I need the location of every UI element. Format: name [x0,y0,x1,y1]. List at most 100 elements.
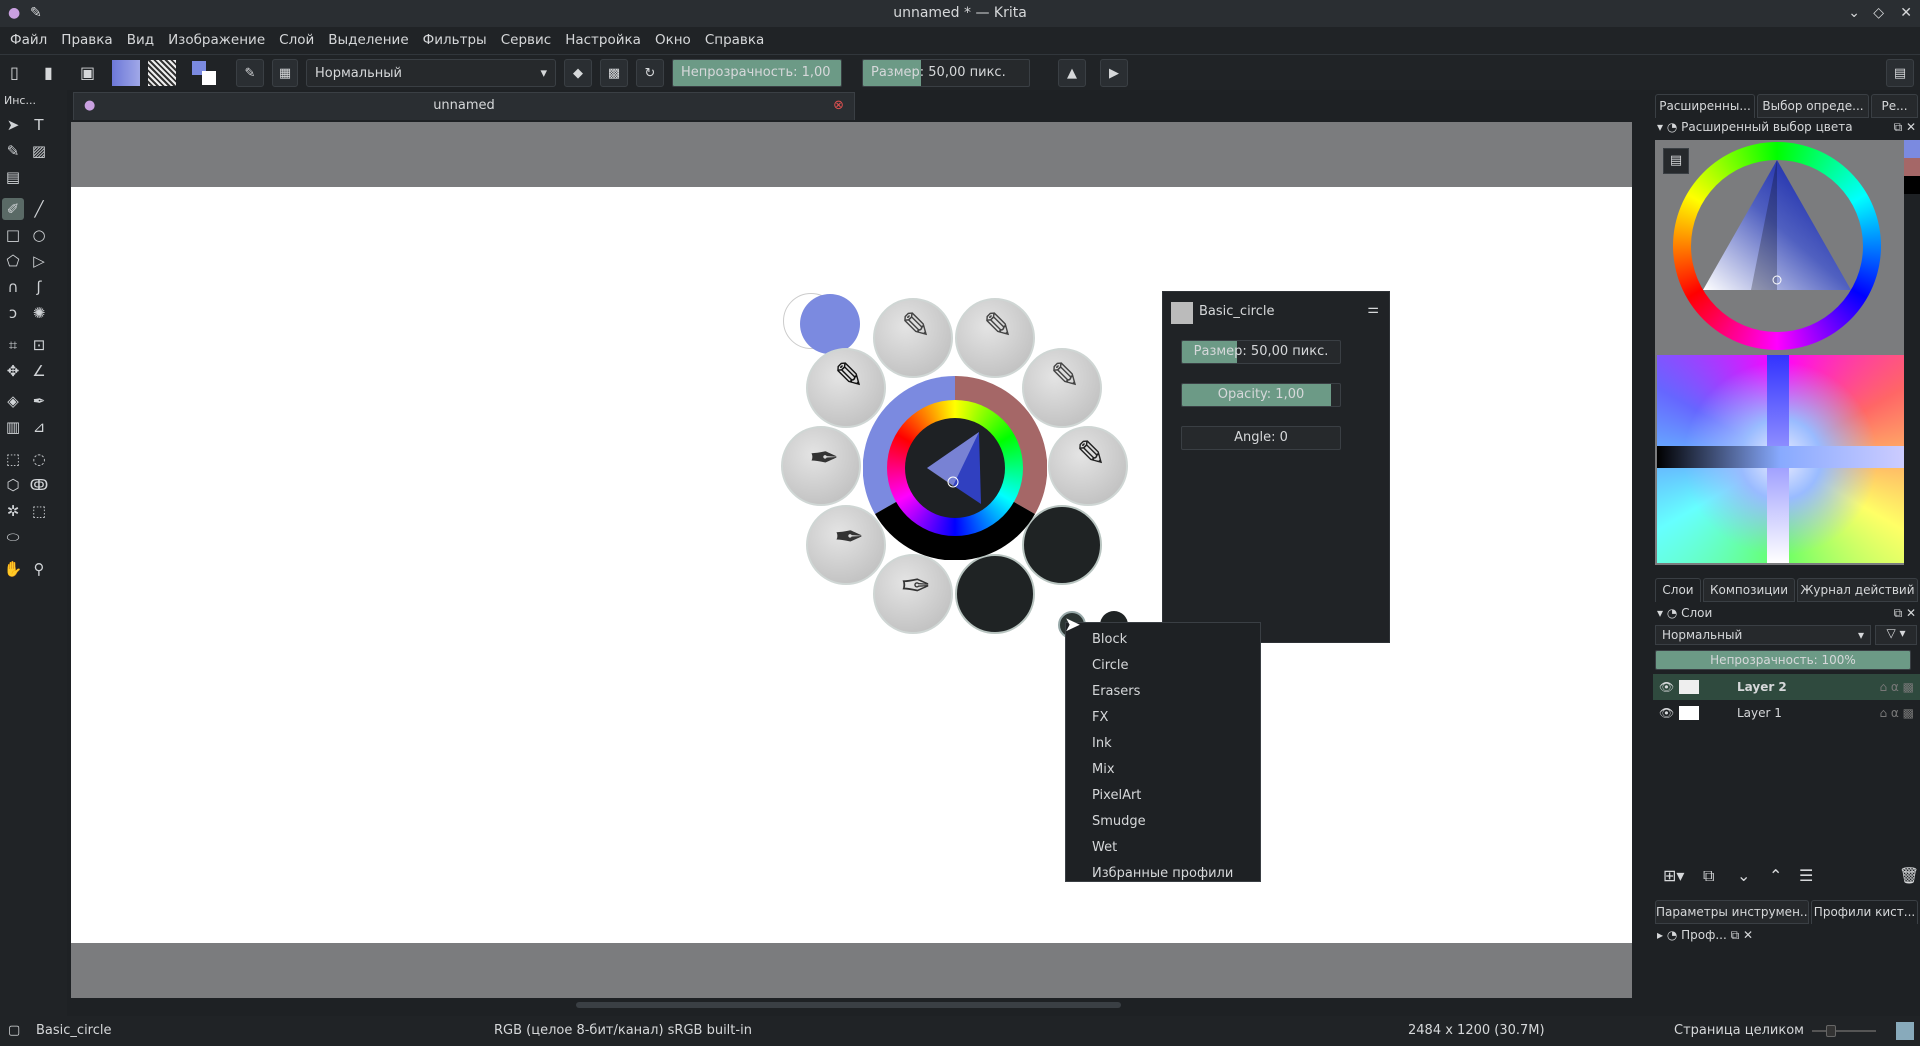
advanced-color-selector[interactable] [1655,140,1904,565]
vertical-scrollbar[interactable] [1634,122,1648,998]
layer-opacity-slider[interactable]: Непрозрачность: 100% [1655,650,1911,670]
edit-shapes-icon[interactable]: ✎ [2,140,24,162]
float-close-icons[interactable]: ⧉ ✕ [1894,120,1916,135]
menu-window[interactable]: Окно [655,27,691,54]
menu-file[interactable]: Файл [10,27,47,54]
menu-filters[interactable]: Фильтры [423,27,487,54]
pan-tool-icon[interactable]: ✋ [2,558,24,580]
menu-view[interactable]: Вид [127,27,154,54]
menu-item-pixelart[interactable]: PixelArt [1066,783,1260,809]
color-history-black[interactable] [1904,176,1920,194]
gradient-tool-icon[interactable]: ▥ [2,416,24,438]
horizontal-scrollbar[interactable] [71,998,1632,1012]
tab-layers[interactable]: Слои [1655,578,1701,602]
polyline-tool-icon[interactable]: ▷ [28,250,50,272]
transform-tool-icon[interactable]: ⊡ [28,334,50,356]
color-picker-icon[interactable]: ✒ [28,390,50,412]
menu-layer[interactable]: Слой [279,27,314,54]
brush-preset-button[interactable]: ✎ [236,59,264,87]
mirror-vertical-button[interactable]: ▶ [1100,59,1128,87]
layer-filter-button[interactable]: ▽ ▾ [1875,625,1917,645]
sv-triangle-large[interactable] [1691,160,1863,332]
color-settings-button[interactable]: ▤ [1663,148,1689,174]
dynamic-brush-icon[interactable]: ↄ [2,302,24,324]
brush-settings-button[interactable]: ▦ [272,59,298,87]
polygon-select-icon[interactable]: ⬡ [2,474,24,496]
bezier-tool-icon[interactable]: ∩ [2,276,24,298]
canvas-only-toggle[interactable] [1896,1022,1914,1040]
add-layer-icon[interactable]: ⊞▾ [1663,866,1684,885]
ellipse-select-icon[interactable]: ◌ [28,448,50,470]
brush-slot[interactable]: ✎ [955,298,1035,378]
new-file-icon[interactable]: ▯ [10,63,19,82]
alpha-lock-button[interactable]: ▩ [600,59,628,87]
opacity-slider[interactable]: Непрозрачность: 1,00 [672,59,842,87]
measure-tool-icon[interactable]: ∠ [28,360,50,382]
menu-help[interactable]: Справка [705,27,764,54]
freehand-select-icon[interactable]: ↂ [28,474,50,496]
tab-compositions[interactable]: Композиции [1703,578,1795,602]
menu-item-mix[interactable]: Mix [1066,757,1260,783]
empty-brush-slot[interactable] [955,554,1035,634]
open-file-icon[interactable]: ▮ [44,63,53,82]
brush-slot[interactable]: ✎ [1048,426,1128,506]
eraser-button[interactable]: ◆ [564,59,592,87]
size-slider[interactable]: Размер: 50,00 пикс. [862,59,1030,87]
multibrush-icon[interactable]: ✺ [28,302,50,324]
menu-select[interactable]: Выделение [328,27,408,54]
menu-item-block[interactable]: Block [1066,627,1260,653]
menu-image[interactable]: Изображение [168,27,265,54]
visibility-eye-icon[interactable]: 👁 [1659,700,1674,726]
layer-lock-alpha-icons[interactable]: ⌂ α ▩ [1880,674,1915,700]
minimize-button[interactable]: ⌄ [1848,0,1860,27]
panel-angle-slider[interactable]: Angle: 0 [1181,426,1341,450]
visibility-eye-icon[interactable]: 👁 [1659,674,1674,700]
settings-icon[interactable]: ⚌ [1367,302,1379,317]
scrollbar-thumb[interactable] [576,1002,1121,1008]
reload-preset-button[interactable]: ↻ [636,59,664,87]
layer-properties-icon[interactable]: ☰ [1799,866,1813,885]
color-history-bg[interactable] [1904,158,1920,176]
status-zoom[interactable]: Страница целиком [1674,1016,1804,1046]
brush-slot[interactable]: ✒ [781,426,861,506]
pattern-swatch[interactable] [148,60,176,86]
text-tool-icon[interactable]: T [28,114,50,136]
tab-more[interactable]: Ре... [1871,94,1918,118]
assistant-tool-icon[interactable]: ⊿ [28,416,50,438]
close-tab-icon[interactable]: ⊗ [833,93,844,119]
menu-item-smudge[interactable]: Smudge [1066,809,1260,835]
background-color[interactable] [202,71,216,85]
menu-item-wet[interactable]: Wet [1066,835,1260,861]
duplicate-layer-icon[interactable]: ⧉ [1703,866,1714,886]
layer-name[interactable]: Layer 2 [1737,674,1787,700]
menu-item-erasers[interactable]: Erasers [1066,679,1260,705]
tab-undo-history[interactable]: Журнал действий [1797,578,1918,602]
zoom-slider[interactable] [1812,1025,1876,1037]
rect-select-icon[interactable]: ⬚ [2,448,24,470]
panel-size-slider[interactable]: Размер: 50,00 пикс. [1181,340,1341,364]
layer-name[interactable]: Layer 1 [1737,700,1782,726]
assistant-icon[interactable]: ▤ [2,166,24,188]
workspace-button[interactable]: ▤ [1886,59,1914,87]
select-tool-icon[interactable]: ➤ [2,114,24,136]
menu-item-ink[interactable]: Ink [1066,731,1260,757]
polygon-tool-icon[interactable]: ⬠ [2,250,24,272]
layers-float-close-icons[interactable]: ⧉ ✕ [1894,606,1916,621]
gradient-swatch[interactable] [112,60,140,86]
tab-specific-color[interactable]: Выбор опреде... [1757,94,1869,118]
color-history-fg[interactable] [1904,140,1920,158]
layer-row[interactable]: 👁 Layer 2 ⌂ α ▩ [1653,674,1920,700]
menu-edit[interactable]: Правка [61,27,112,54]
blend-mode-select[interactable]: Нормальный ▾ [306,59,556,87]
move-up-icon[interactable]: ⌃ [1769,866,1782,885]
brush-slot[interactable]: ✑ [873,554,953,634]
tab-brush-presets[interactable]: Профили кист... [1811,900,1918,924]
menu-item-circle[interactable]: Circle [1066,653,1260,679]
brush-tool-icon[interactable]: ✐ [2,198,24,220]
move-tool-icon[interactable]: ✥ [2,360,24,382]
close-button[interactable]: ✕ [1900,0,1912,27]
brush-slot[interactable]: ✎ [873,298,953,378]
crop-tool-icon[interactable]: ⌗ [2,334,24,356]
menu-settings[interactable]: Настройка [565,27,641,54]
maximize-button[interactable]: ◇ [1873,0,1884,27]
